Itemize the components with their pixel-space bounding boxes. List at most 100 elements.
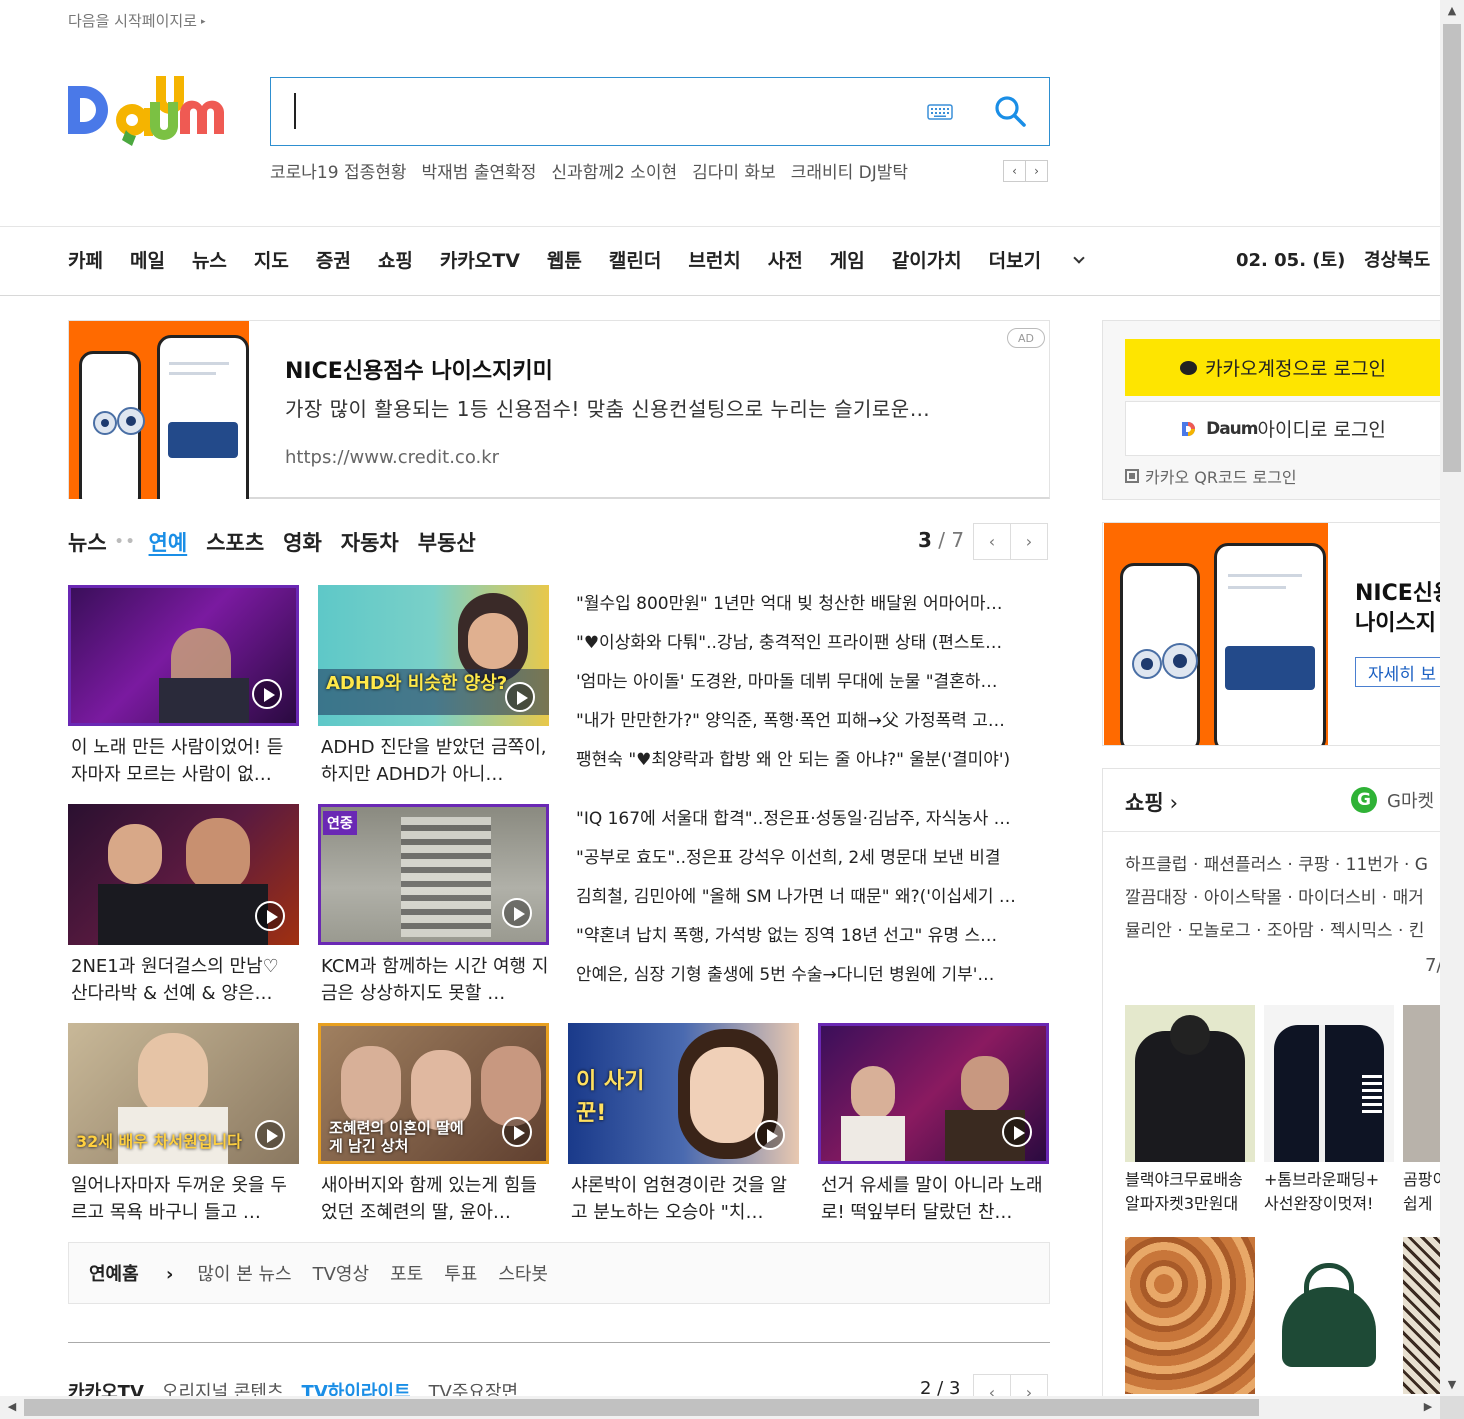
tab-movie[interactable]: 영화 [283,527,322,557]
nav-kakaotv[interactable]: 카카오TV [440,246,520,273]
headline-link[interactable]: 김희철, 김민아에 "올해 SM 나가면 너 때문" 왜?('이십세기 … [576,878,1054,917]
entertainment-home-link[interactable]: 연예홈 › [89,1260,173,1286]
tv-video-link[interactable]: TV영상 [313,1260,369,1286]
gnb-divider-top [0,226,1440,227]
nav-mail[interactable]: 메일 [130,246,165,273]
mall-link-row[interactable]: 깔끔대장 · 아이스탁몰 · 마이더스비 · 매거 [1125,882,1428,915]
tab-news[interactable]: 뉴스 [68,527,107,557]
chevron-left-icon[interactable]: ‹ [973,523,1011,560]
nav-news[interactable]: 뉴스 [192,246,227,273]
headline-link[interactable]: 팽현숙 "♥최양락과 합방 왜 안 되는 줄 아냐?" 울분('결미야') [576,741,1054,780]
product-card[interactable]: 블랙야크무료배송 알파자켓3만원대 [1125,1005,1255,1216]
weather-region[interactable]: 경상북도 [1364,246,1430,272]
headline-link[interactable]: '엄마는 아이돌' 도경완, 마마돌 데뷔 무대에 눈물 "결혼하… [576,663,1054,702]
tab-realestate[interactable]: 부동산 [418,527,476,557]
vote-link[interactable]: 투표 [444,1260,477,1286]
most-viewed-link[interactable]: 많이 본 뉴스 [197,1260,291,1286]
mall-link-row[interactable]: 하프클럽 · 패션플러스 · 쿠팡 · 11번가 · G [1125,849,1428,882]
nav-brunch[interactable]: 브런치 [688,246,740,273]
vertical-scroll-thumb[interactable] [1443,24,1461,472]
video-thumbnail: ADHD와 비슷한 양상? [318,585,549,726]
ad-banner[interactable]: NICE신용점수 나이스지키미 가장 많이 활용되는 1등 신용점수! 맞춤 신… [68,320,1050,499]
scroll-right-arrow-icon[interactable]: ▶ [1416,1400,1440,1413]
news-page-count: 3 / 7 [918,528,964,552]
headline-link[interactable]: "월수입 800만원" 1년만 억대 빚 청산한 배달원 어마어마… [576,585,1054,624]
chevron-left-icon[interactable]: ‹ [1003,160,1026,182]
kakao-login-button[interactable]: 카카오계정으로 로그인 [1125,339,1441,396]
product-card[interactable] [1125,1237,1255,1394]
search-box[interactable] [270,77,1050,146]
headline-link[interactable]: "♥이상화와 다퉈"..강남, 충격적인 프라이팬 상태 (편스토… [576,624,1054,663]
nav-cafe[interactable]: 카페 [68,246,103,273]
issue-link[interactable]: 김다미 화보 [692,158,776,183]
product-card[interactable] [1264,1237,1394,1394]
video-card[interactable]: 연중 KCM과 함께하는 시간 여행 지금은 상상하지도 못할 … [318,804,549,1007]
headline-link[interactable]: "IQ 167에 서울대 합격"..정은표·성동일·김남주, 자식농사 … [576,800,1054,839]
video-card[interactable]: 이 노래 만든 사람이었어! 듣자마자 모르는 사람이 없… [68,585,299,788]
shopping-mall-links: 하프클럽 · 패션플러스 · 쿠팡 · 11번가 · G 깔끔대장 · 아이스탁… [1125,849,1428,948]
product-card[interactable]: 곰팡이 쉽게 [1403,1005,1442,1216]
video-card[interactable]: 2NE1과 원더걸스의 만남♡ 산다라박 & 선예 & 양은… [68,804,299,1007]
side-ad-banner[interactable]: NICE신용 나이스지 자세히 보 [1102,522,1442,746]
scroll-down-arrow-icon[interactable]: ▼ [1440,1378,1464,1391]
nav-game[interactable]: 게임 [830,246,865,273]
gmarket-logo-icon: G [1351,787,1377,813]
headline-list: "IQ 167에 서울대 합격"..정은표·성동일·김남주, 자식농사 … "공… [576,800,1054,995]
chevron-right-icon[interactable]: › [1010,523,1048,560]
photo-link[interactable]: 포토 [390,1260,423,1286]
issue-link[interactable]: 크래비티 DJ발탁 [791,158,908,183]
headline-link[interactable]: "내가 만만한가?" 양익준, 폭행·폭언 피해→父 가정폭력 고… [576,702,1054,741]
qr-code-icon [1125,469,1139,483]
starbot-link[interactable]: 스타봇 [498,1260,548,1286]
keyboard-icon[interactable] [927,103,953,121]
video-thumbnail [68,804,299,945]
nav-dictionary[interactable]: 사전 [768,246,803,273]
video-card[interactable]: 조혜련의 이혼이 딸에게 남긴 상처 새아버지와 함께 있는게 힘들었던 조혜련… [318,1023,549,1226]
video-card[interactable]: 선거 유세를 말이 아니라 노래로! 떡잎부터 달랐던 찬… [818,1023,1049,1226]
product-card[interactable]: +톰브라운패딩+ 사선완장이멋져! [1264,1005,1394,1216]
scroll-up-arrow-icon[interactable]: ▲ [1440,4,1464,17]
set-startpage-link[interactable]: 다음을 시작페이지로 ▸ [68,10,206,31]
horizontal-scroll-thumb[interactable] [24,1399,1259,1416]
headline-link[interactable]: "공부로 효도"..정은표 강석우 이선희, 2세 명문대 보낸 비결 [576,839,1054,878]
nav-map[interactable]: 지도 [254,246,289,273]
play-icon [255,1120,285,1150]
daum-login-button[interactable]: Daum 아이디로 로그인 [1125,401,1441,456]
nav-calendar[interactable]: 캘린더 [609,246,661,273]
nav-shopping[interactable]: 쇼핑 [378,246,413,273]
video-card[interactable]: 32세 배우 차서원입니다 일어나자마자 두꺼운 옷을 두르고 목욕 바구니 들… [68,1023,299,1226]
issue-link[interactable]: 신과함께2 소이현 [551,158,677,183]
ad-badge[interactable]: AD [1007,328,1045,348]
horizontal-scrollbar[interactable]: ◀ ▶ [0,1396,1440,1419]
nav-stock[interactable]: 증권 [316,246,351,273]
issue-link[interactable]: 코로나19 접종현황 [270,158,407,183]
search-icon[interactable] [993,94,1027,128]
tab-entertainment[interactable]: 연예 [149,527,188,557]
vertical-scrollbar[interactable]: ▲ ▼ [1440,0,1464,1396]
daum-logo[interactable] [66,72,244,148]
nav-webtoon[interactable]: 웹툰 [547,246,582,273]
headline-link[interactable]: 안예은, 심장 기형 출생에 5번 수술→다니던 병원에 기부'… [576,956,1054,995]
ad-detail-button[interactable]: 자세히 보 [1355,657,1441,687]
video-card[interactable]: 이 사기꾼! 샤론박이 엄현경이란 것을 알고 분노하는 오승아 "치… [568,1023,799,1226]
nav-more[interactable]: 더보기 [989,246,1085,273]
shopping-title-link[interactable]: 쇼핑 › [1125,787,1178,817]
qr-login-link[interactable]: 카카오 QR코드 로그인 [1125,464,1297,488]
text-caret [294,93,296,129]
issue-link[interactable]: 박재범 출연확정 [422,158,537,183]
mall-link-row[interactable]: 뮬리안 · 모놀로그 · 조아맘 · 젝시믹스 · 킨 [1125,915,1428,948]
search-input[interactable] [297,90,897,134]
tab-sports[interactable]: 스포츠 [206,527,264,557]
chevron-right-icon[interactable]: › [1025,160,1048,182]
headline-link[interactable]: "약혼녀 납치 폭행, 가석방 없는 징역 18년 선고" 유명 스… [576,917,1054,956]
gmarket-link[interactable]: G G마켓 [1351,787,1434,813]
page-current: 3 [918,528,932,552]
video-title: 일어나자마자 두꺼운 옷을 두르고 목욕 바구니 들고 … [71,1175,287,1223]
video-card[interactable]: ADHD와 비슷한 양상? ADHD 진단을 받았던 금쪽이, 하지만 ADHD… [318,585,549,788]
product-title: 곰팡이 [1403,1170,1442,1189]
login-box: 카카오계정으로 로그인 Daum 아이디로 로그인 카카오 QR코드 로그인 [1102,320,1442,500]
product-card[interactable] [1403,1237,1442,1394]
tab-car[interactable]: 자동차 [341,527,399,557]
nav-together[interactable]: 같이가치 [892,246,962,273]
scroll-left-arrow-icon[interactable]: ◀ [0,1400,24,1413]
